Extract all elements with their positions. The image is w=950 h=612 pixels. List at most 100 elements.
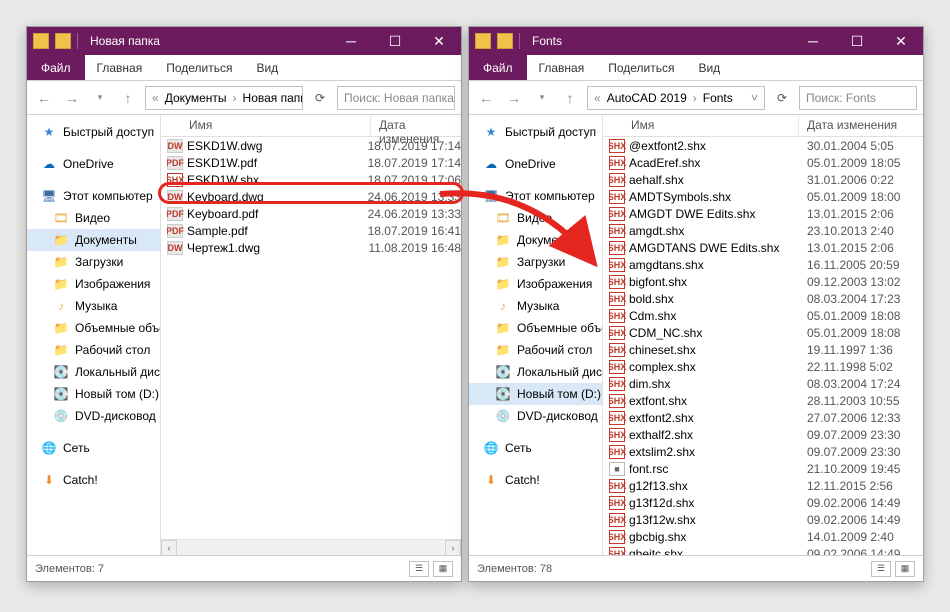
file-row[interactable]: SHXchineset.shx19.11.1997 1:36	[603, 341, 923, 358]
file-row[interactable]: SHXg13f12w.shx09.02.2006 14:49	[603, 511, 923, 528]
sidebar-item[interactable]: ☁OneDrive	[27, 153, 160, 175]
file-tab[interactable]: Файл	[469, 55, 527, 80]
file-row[interactable]: DWKeyboard.dwg24.06.2019 13:33	[161, 188, 461, 205]
file-row[interactable]: SHXaehalf.shx31.01.2006 0:22	[603, 171, 923, 188]
file-list[interactable]: DWESKD1W.dwg18.07.2019 17:14PDFESKD1W.pd…	[161, 137, 461, 539]
sidebar-item[interactable]: 🖥Этот компьютер	[27, 185, 160, 207]
close-button[interactable]: ✕	[879, 27, 923, 55]
file-row[interactable]: SHXexthalf2.shx09.07.2009 23:30	[603, 426, 923, 443]
sidebar-item[interactable]: ⬇Catch!	[27, 469, 160, 491]
sidebar-item[interactable]: 💽Новый том (D:)	[469, 383, 602, 405]
back-button[interactable]: ←	[33, 87, 55, 109]
file-row[interactable]: SHXamgdt.shx23.10.2013 2:40	[603, 222, 923, 239]
column-name[interactable]: Имя	[603, 115, 799, 136]
file-row[interactable]: SHXAcadEref.shx05.01.2009 18:05	[603, 154, 923, 171]
up-button[interactable]: ↑	[117, 87, 139, 109]
tiles-view-button[interactable]: ▦	[895, 561, 915, 577]
breadcrumb[interactable]: « Документы › Новая папка ˅	[145, 86, 303, 110]
back-button[interactable]: ←	[475, 87, 497, 109]
sidebar-item[interactable]: 🎞Видео	[27, 207, 160, 229]
file-row[interactable]: SHXAMGDT DWE Edits.shx13.01.2015 2:06	[603, 205, 923, 222]
sidebar-item[interactable]: 🌐Сеть	[469, 437, 602, 459]
breadcrumb-item[interactable]: Новая папка	[241, 91, 303, 105]
file-row[interactable]: SHXg13f12d.shx09.02.2006 14:49	[603, 494, 923, 511]
search-input[interactable]: Поиск: Новая папка	[337, 86, 455, 110]
file-row[interactable]: DWЧертеж1.dwg11.08.2019 16:48	[161, 239, 461, 256]
scroll-right-button[interactable]: ›	[445, 540, 461, 556]
sidebar-item[interactable]: ♪Музыка	[469, 295, 602, 317]
ribbon-tab-share[interactable]: Поделиться	[154, 55, 244, 80]
sidebar-item[interactable]: 💽Локальный диск (C	[469, 361, 602, 383]
sidebar-item[interactable]: 📁Загрузки	[27, 251, 160, 273]
sidebar-item[interactable]: ⬇Catch!	[469, 469, 602, 491]
sidebar-item[interactable]: ★Быстрый доступ	[27, 121, 160, 143]
sidebar-item[interactable]: 📁Рабочий стол	[27, 339, 160, 361]
search-input[interactable]: Поиск: Fonts	[799, 86, 917, 110]
sidebar-item[interactable]: ★Быстрый доступ	[469, 121, 602, 143]
file-row[interactable]: SHXESKD1W.shx18.07.2019 17:06	[161, 171, 461, 188]
tiles-view-button[interactable]: ▦	[433, 561, 453, 577]
file-row[interactable]: SHXextfont.shx28.11.2003 10:55	[603, 392, 923, 409]
ribbon-tab-home[interactable]: Главная	[85, 55, 155, 80]
sidebar-item[interactable]: 🖥Этот компьютер	[469, 185, 602, 207]
ribbon-tab-share[interactable]: Поделиться	[596, 55, 686, 80]
file-row[interactable]: SHXcomplex.shx22.11.1998 5:02	[603, 358, 923, 375]
file-row[interactable]: SHXamgdtans.shx16.11.2005 20:59	[603, 256, 923, 273]
sidebar-item[interactable]: 📁Объемные объект	[469, 317, 602, 339]
sidebar-item[interactable]: 📁Объемные объект	[27, 317, 160, 339]
maximize-button[interactable]: ☐	[373, 27, 417, 55]
history-button[interactable]: ▾	[531, 87, 553, 109]
up-button[interactable]: ↑	[559, 87, 581, 109]
column-date[interactable]: Дата изменения	[799, 115, 923, 136]
sidebar-item[interactable]: 🎞Видео	[469, 207, 602, 229]
sidebar-item[interactable]: 💿DVD-дисковод (E:)	[27, 405, 160, 427]
breadcrumb[interactable]: « AutoCAD 2019 › Fonts ˅	[587, 86, 765, 110]
refresh-button[interactable]: ⟳	[309, 87, 331, 109]
sidebar-item[interactable]: 📁Изображения	[27, 273, 160, 295]
forward-button[interactable]: →	[61, 87, 83, 109]
titlebar[interactable]: Новая папка ─ ☐ ✕	[27, 27, 461, 55]
file-row[interactable]: SHXAMGDTANS DWE Edits.shx13.01.2015 2:06	[603, 239, 923, 256]
sidebar-item[interactable]: ♪Музыка	[27, 295, 160, 317]
file-row[interactable]: SHXCdm.shx05.01.2009 18:08	[603, 307, 923, 324]
minimize-button[interactable]: ─	[791, 27, 835, 55]
file-row[interactable]: SHXextslim2.shx09.07.2009 23:30	[603, 443, 923, 460]
scroll-left-button[interactable]: ‹	[161, 540, 177, 556]
file-row[interactable]: SHXbold.shx08.03.2004 17:23	[603, 290, 923, 307]
file-row[interactable]: SHXg12f13.shx12.11.2015 2:56	[603, 477, 923, 494]
details-view-button[interactable]: ☰	[409, 561, 429, 577]
minimize-button[interactable]: ─	[329, 27, 373, 55]
sidebar-item[interactable]: ☁OneDrive	[469, 153, 602, 175]
ribbon-tab-home[interactable]: Главная	[527, 55, 597, 80]
file-row[interactable]: PDFSample.pdf18.07.2019 16:41	[161, 222, 461, 239]
sidebar-item[interactable]: 📁Загрузки	[469, 251, 602, 273]
column-name[interactable]: Имя	[161, 115, 371, 136]
sidebar-item[interactable]: 🌐Сеть	[27, 437, 160, 459]
sidebar-item[interactable]: 📁Рабочий стол	[469, 339, 602, 361]
file-row[interactable]: SHXdim.shx08.03.2004 17:24	[603, 375, 923, 392]
forward-button[interactable]: →	[503, 87, 525, 109]
refresh-button[interactable]: ⟳	[771, 87, 793, 109]
file-row[interactable]: ■font.rsc21.10.2009 19:45	[603, 460, 923, 477]
breadcrumb-item[interactable]: Fonts	[701, 91, 735, 105]
ribbon-tab-view[interactable]: Вид	[686, 55, 732, 80]
sidebar-item[interactable]: 💿DVD-дисковод (E:)	[469, 405, 602, 427]
file-row[interactable]: SHX@extfont2.shx30.01.2004 5:05	[603, 137, 923, 154]
sidebar-item[interactable]: 📁Документы	[27, 229, 160, 251]
details-view-button[interactable]: ☰	[871, 561, 891, 577]
file-row[interactable]: SHXCDM_NC.shx05.01.2009 18:08	[603, 324, 923, 341]
column-date[interactable]: Дата изменения	[371, 115, 461, 136]
file-row[interactable]: SHXextfont2.shx27.07.2006 12:33	[603, 409, 923, 426]
file-row[interactable]: SHXgbcbig.shx14.01.2009 2:40	[603, 528, 923, 545]
file-row[interactable]: SHXAMDTSymbols.shx05.01.2009 18:00	[603, 188, 923, 205]
breadcrumb-item[interactable]: Документы	[163, 91, 229, 105]
file-row[interactable]: PDFESKD1W.pdf18.07.2019 17:14	[161, 154, 461, 171]
titlebar[interactable]: Fonts ─ ☐ ✕	[469, 27, 923, 55]
sidebar-item[interactable]: 💽Новый том (D:)	[27, 383, 160, 405]
file-list[interactable]: SHX@extfont2.shx30.01.2004 5:05SHXAcadEr…	[603, 137, 923, 555]
file-row[interactable]: SHXbigfont.shx09.12.2003 13:02	[603, 273, 923, 290]
breadcrumb-item[interactable]: AutoCAD 2019	[605, 91, 689, 105]
sidebar-item[interactable]: 💽Локальный диск (C	[27, 361, 160, 383]
file-row[interactable]: SHXgbeitc.shx09.02.2006 14:49	[603, 545, 923, 555]
ribbon-tab-view[interactable]: Вид	[244, 55, 290, 80]
